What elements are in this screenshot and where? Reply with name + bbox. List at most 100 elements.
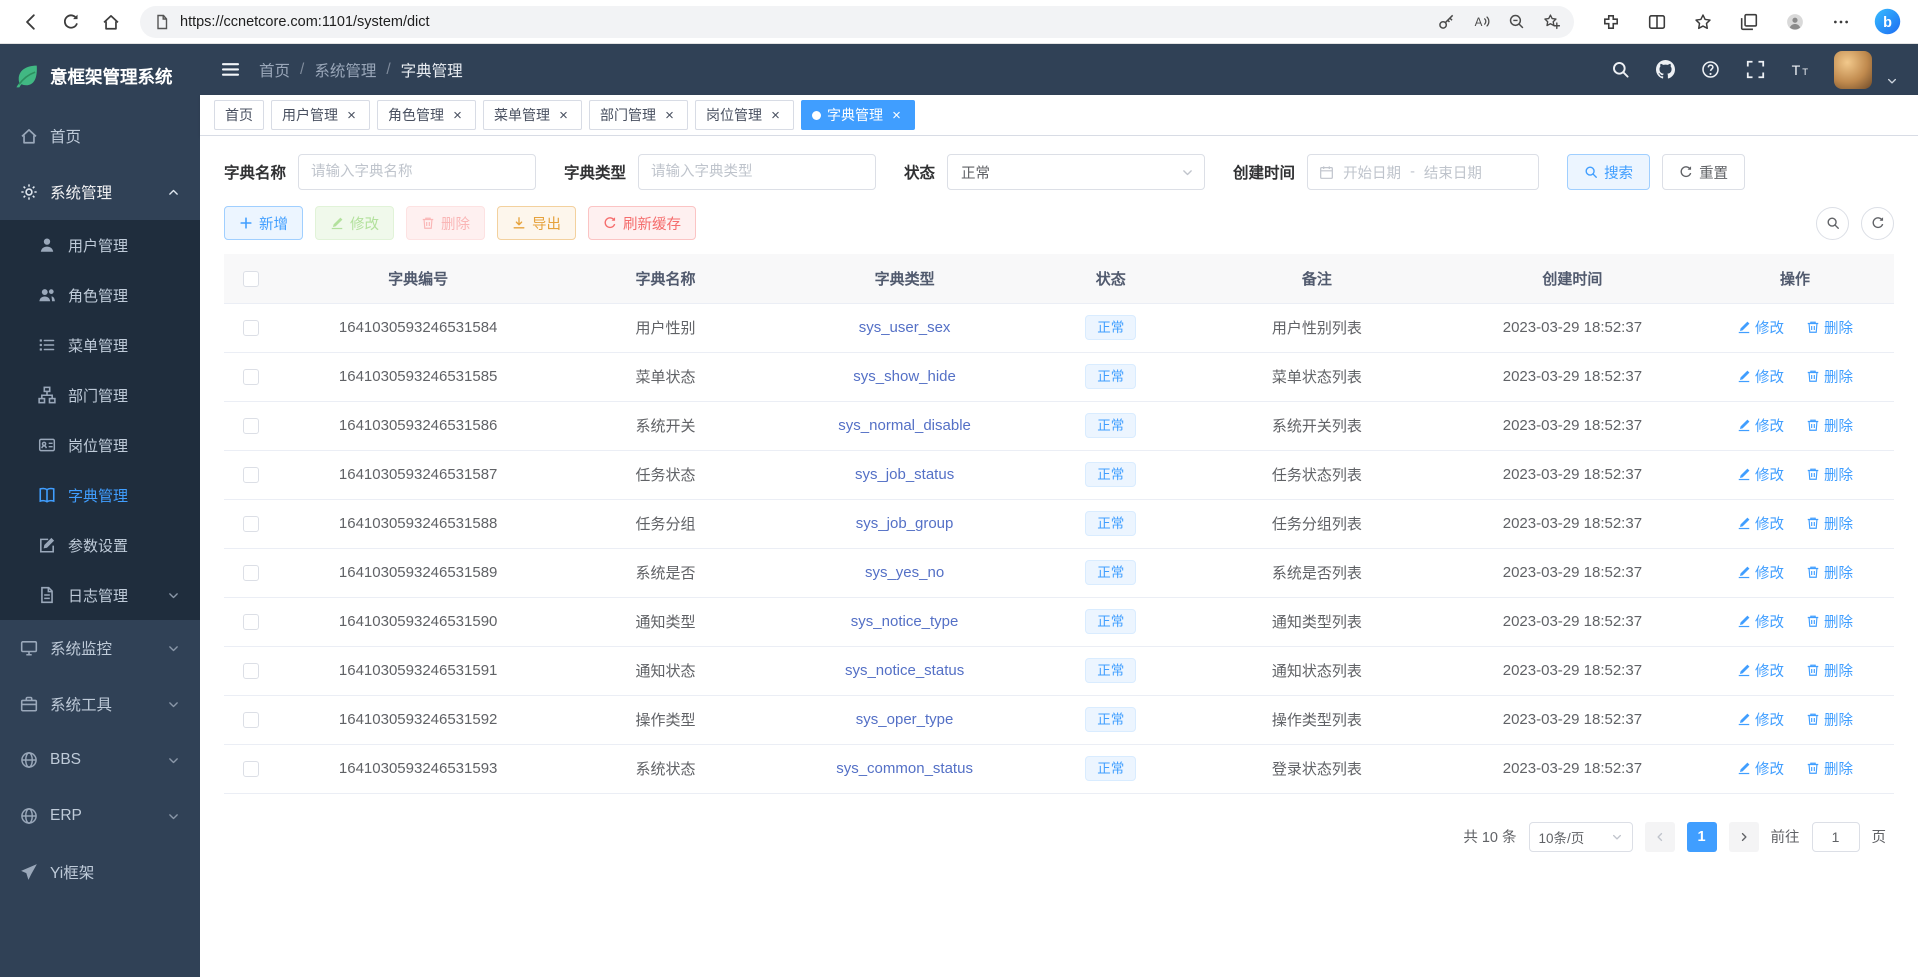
dict-type-link[interactable]: sys_common_status [836, 760, 973, 777]
edit-row-link[interactable]: 修改 [1737, 415, 1784, 436]
dict-type-link[interactable]: sys_show_hide [853, 368, 956, 385]
sidebar-item-menu-mgmt[interactable]: 菜单管理 [0, 320, 200, 370]
tab-menu-mgmt[interactable]: 菜单管理× [483, 100, 582, 130]
row-checkbox[interactable] [243, 418, 259, 434]
more-button[interactable] [1822, 4, 1860, 40]
read-aloud-icon[interactable]: A [1473, 13, 1490, 30]
hamburger-icon[interactable] [220, 59, 241, 80]
row-checkbox[interactable] [243, 614, 259, 630]
edit-row-link[interactable]: 修改 [1737, 317, 1784, 338]
delete-row-link[interactable]: 删除 [1806, 562, 1853, 583]
tab-role-mgmt[interactable]: 角色管理× [377, 100, 476, 130]
extensions-button[interactable] [1592, 4, 1630, 40]
delete-row-link[interactable]: 删除 [1806, 464, 1853, 485]
key-icon[interactable] [1438, 13, 1455, 30]
sidebar-item-system-mgmt[interactable]: 系统管理 [0, 164, 200, 220]
sidebar-item-log-mgmt[interactable]: 日志管理 [0, 570, 200, 620]
tab-dict-mgmt[interactable]: 字典管理× [801, 100, 915, 130]
row-checkbox[interactable] [243, 761, 259, 777]
sidebar-item-param-settings[interactable]: 参数设置 [0, 520, 200, 570]
edit-row-link[interactable]: 修改 [1737, 562, 1784, 583]
dict-type-link[interactable]: sys_job_group [856, 515, 954, 532]
breadcrumb-item-0[interactable]: 首页 [259, 59, 290, 81]
dict-name-input[interactable] [298, 154, 536, 190]
close-icon[interactable]: × [662, 108, 677, 123]
sidebar-item-user-mgmt[interactable]: 用户管理 [0, 220, 200, 270]
sidebar-item-yi-framework[interactable]: Yi框架 [0, 844, 200, 900]
row-checkbox[interactable] [243, 369, 259, 385]
dict-type-link[interactable]: sys_job_status [855, 466, 954, 483]
dict-type-link[interactable]: sys_oper_type [856, 711, 954, 728]
row-checkbox[interactable] [243, 467, 259, 483]
edit-button[interactable]: 修改 [315, 206, 394, 240]
status-select[interactable]: 正常 [947, 154, 1205, 190]
row-checkbox[interactable] [243, 663, 259, 679]
select-all-checkbox[interactable] [243, 271, 259, 287]
question-icon[interactable] [1701, 60, 1720, 79]
sidebar-item-system-monitor[interactable]: 系统监控 [0, 620, 200, 676]
bing-button[interactable]: b [1868, 4, 1906, 40]
favorite-add-icon[interactable] [1543, 13, 1560, 30]
back-button[interactable] [12, 4, 50, 40]
refresh-table-button[interactable] [1861, 207, 1894, 240]
breadcrumb-item-1[interactable]: 系统管理 [314, 59, 376, 81]
collections-button[interactable] [1730, 4, 1768, 40]
search-icon[interactable] [1611, 60, 1630, 79]
app-logo[interactable]: 意框架管理系统 [0, 44, 200, 108]
next-page-button[interactable] [1729, 822, 1759, 852]
export-button[interactable]: 导出 [497, 206, 576, 240]
sidebar-item-erp[interactable]: ERP [0, 788, 200, 844]
github-icon[interactable] [1656, 60, 1675, 79]
tab-dept-mgmt[interactable]: 部门管理× [589, 100, 688, 130]
dict-type-link[interactable]: sys_normal_disable [838, 417, 971, 434]
edit-row-link[interactable]: 修改 [1737, 660, 1784, 681]
tab-user-mgmt[interactable]: 用户管理× [271, 100, 370, 130]
sidebar-item-dict-mgmt[interactable]: 字典管理 [0, 470, 200, 520]
site-info-icon[interactable] [154, 14, 170, 30]
delete-row-link[interactable]: 删除 [1806, 660, 1853, 681]
sidebar-item-role-mgmt[interactable]: 角色管理 [0, 270, 200, 320]
delete-row-link[interactable]: 删除 [1806, 513, 1853, 534]
delete-row-link[interactable]: 删除 [1806, 366, 1853, 387]
reset-button[interactable]: 重置 [1662, 154, 1745, 190]
sidebar-item-bbs[interactable]: BBS [0, 732, 200, 788]
date-range-picker[interactable]: 开始日期 - 结束日期 [1307, 154, 1539, 190]
edit-row-link[interactable]: 修改 [1737, 611, 1784, 632]
row-checkbox[interactable] [243, 712, 259, 728]
sidebar-item-system-tools[interactable]: 系统工具 [0, 676, 200, 732]
dict-type-link[interactable]: sys_notice_type [851, 613, 959, 630]
zoom-out-icon[interactable] [1508, 13, 1525, 30]
current-page[interactable]: 1 [1687, 822, 1717, 852]
tab-home[interactable]: 首页 [214, 100, 264, 130]
sidebar-item-dept-mgmt[interactable]: 部门管理 [0, 370, 200, 420]
user-avatar[interactable] [1834, 51, 1872, 89]
dict-type-link[interactable]: sys_notice_status [845, 662, 964, 679]
dict-type-input[interactable] [638, 154, 876, 190]
sidebar-item-post-mgmt[interactable]: 岗位管理 [0, 420, 200, 470]
profile-button[interactable] [1776, 4, 1814, 40]
dict-type-link[interactable]: sys_yes_no [865, 564, 944, 581]
dict-type-link[interactable]: sys_user_sex [859, 319, 951, 336]
add-button[interactable]: 新增 [224, 206, 303, 240]
fullscreen-icon[interactable] [1746, 60, 1765, 79]
delete-button[interactable]: 删除 [406, 206, 485, 240]
row-checkbox[interactable] [243, 565, 259, 581]
edit-row-link[interactable]: 修改 [1737, 464, 1784, 485]
row-checkbox[interactable] [243, 516, 259, 532]
edit-row-link[interactable]: 修改 [1737, 709, 1784, 730]
search-button[interactable]: 搜索 [1567, 154, 1650, 190]
prev-page-button[interactable] [1645, 822, 1675, 852]
toggle-search-button[interactable] [1816, 207, 1849, 240]
edit-row-link[interactable]: 修改 [1737, 758, 1784, 779]
close-icon[interactable]: × [889, 108, 904, 123]
page-size-select[interactable]: 10条/页 [1529, 822, 1633, 852]
close-icon[interactable]: × [556, 108, 571, 123]
refresh-button[interactable] [52, 4, 90, 40]
edit-row-link[interactable]: 修改 [1737, 366, 1784, 387]
refresh-cache-button[interactable]: 刷新缓存 [588, 206, 696, 240]
delete-row-link[interactable]: 删除 [1806, 317, 1853, 338]
sidebar-item-home[interactable]: 首页 [0, 108, 200, 164]
home-button[interactable] [92, 4, 130, 40]
close-icon[interactable]: × [450, 108, 465, 123]
chevron-down-icon[interactable] [1886, 75, 1898, 87]
